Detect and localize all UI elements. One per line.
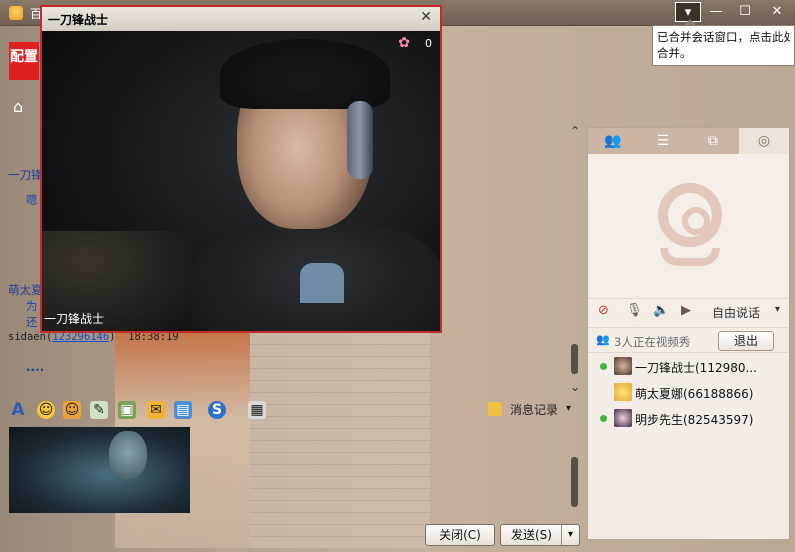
more-apps-icon[interactable]: ▦ xyxy=(248,401,266,419)
flower-icon[interactable]: ✿ xyxy=(398,35,410,51)
close-button[interactable]: 关闭(C) xyxy=(425,524,495,546)
self-video-preview xyxy=(9,427,190,513)
webcam-stand-icon xyxy=(660,248,720,266)
history-message-4: .... xyxy=(26,360,45,374)
speak-mode-caret[interactable]: ▾ xyxy=(775,304,780,315)
shake-icon[interactable]: ✉ xyxy=(147,401,165,419)
tab-windows-icon[interactable]: ⧉ xyxy=(688,128,738,154)
send-label: 发送(S) xyxy=(511,528,552,542)
config-logo: 配置 xyxy=(9,42,39,80)
video-show-panel: 👥 ☰ ⧉ ◎ ⊘ 🎙 🔈 ▶ 自由说话 ▾ 👥 3人正在视频秀 退出 一刀锋战… xyxy=(587,127,790,540)
history-message-3: 还 xyxy=(26,315,38,329)
avatar xyxy=(614,357,632,375)
avatar xyxy=(614,409,632,427)
people-icon: 👥 xyxy=(596,333,610,346)
video-title-bar[interactable]: 一刀锋战士 ✕ xyxy=(42,7,440,31)
emoji-icon[interactable]: ☺ xyxy=(37,401,55,419)
send-options-caret[interactable]: ▾ xyxy=(561,525,579,545)
tab-members-icon[interactable]: 👥 xyxy=(588,128,638,154)
app-icon xyxy=(9,6,23,20)
minimize-button[interactable]: — xyxy=(703,2,729,22)
screenshot-icon[interactable]: ▤ xyxy=(174,401,192,419)
scroll-down-button[interactable]: ⌄ xyxy=(570,380,580,394)
message-record-button[interactable]: 消息记录 xyxy=(510,401,558,418)
video-feed: ✿ 0 一刀锋战士 xyxy=(42,31,440,331)
panel-tabs: 👥 ☰ ⧉ ◎ xyxy=(588,128,789,154)
member-name: 萌太夏娜(66188866) xyxy=(635,387,754,401)
camera-off-icon[interactable]: ⊘ xyxy=(598,303,609,318)
message-record-caret[interactable]: ▾ xyxy=(566,403,571,414)
tab-list-icon[interactable]: ☰ xyxy=(638,128,688,154)
home-icon[interactable]: ⌂ xyxy=(13,97,23,116)
merge-tooltip[interactable]: 已合并会话窗口，点击此处 合并。 xyxy=(652,19,795,66)
send-button[interactable]: 发送(S) ▾ xyxy=(500,524,580,546)
font-icon[interactable]: A xyxy=(9,401,27,419)
avatar xyxy=(614,383,632,401)
video-title: 一刀锋战士 xyxy=(48,13,109,27)
viewer-count: 3人正在视频秀 xyxy=(614,335,691,349)
scroll-up-button[interactable]: ⌃ xyxy=(570,124,580,138)
history-message-2: 为 xyxy=(26,299,38,313)
video-window[interactable]: 一刀锋战士 ✕ ✿ 0 一刀锋战士 xyxy=(40,5,442,333)
online-status-icon xyxy=(600,363,607,370)
history-scrollbar-thumb[interactable] xyxy=(571,344,578,374)
tooltip-line2: 合并。 xyxy=(657,46,692,60)
play-icon[interactable]: ▶ xyxy=(681,303,691,318)
speak-mode-select[interactable]: 自由说话 xyxy=(712,304,760,321)
speaker-icon[interactable]: 🔈 xyxy=(653,303,669,318)
video-user-label: 一刀锋战士 xyxy=(44,312,105,326)
maximize-button[interactable]: ☐ xyxy=(732,2,758,22)
history-sender-1[interactable]: 一刀锋 xyxy=(8,167,43,183)
viewer-count-row: 👥 3人正在视频秀 退出 xyxy=(588,327,789,353)
close-window-button[interactable]: ✕ xyxy=(764,2,790,22)
doodle-icon[interactable]: ✎ xyxy=(90,401,108,419)
magic-emoji-icon[interactable]: ☺ xyxy=(63,401,81,419)
history-message-1: 嗯 xyxy=(26,193,38,207)
message-record-icon xyxy=(488,402,502,416)
member-name: 一刀锋战士(112980... xyxy=(635,361,757,375)
video-close-icon[interactable]: ✕ xyxy=(420,9,432,25)
microphone-icon[interactable]: 🎙 xyxy=(626,303,643,318)
tab-video-icon[interactable]: ◎ xyxy=(739,128,789,154)
video-controls: ⊘ 🎙 🔈 ▶ 自由说话 ▾ xyxy=(588,298,789,322)
exit-button[interactable]: 退出 xyxy=(718,331,774,351)
input-scrollbar-thumb[interactable] xyxy=(571,457,578,507)
s-app-icon[interactable]: S xyxy=(208,401,226,419)
flower-count: 0 xyxy=(425,37,432,50)
history-sender-2[interactable]: 萌太夏 xyxy=(8,282,43,298)
image-icon[interactable]: ▣ xyxy=(118,401,136,419)
tooltip-line1: 已合并会话窗口，点击此处 xyxy=(657,30,790,44)
webcam-icon xyxy=(658,183,722,247)
member-name: 明步先生(82543597) xyxy=(635,413,754,427)
online-status-icon xyxy=(600,415,607,422)
